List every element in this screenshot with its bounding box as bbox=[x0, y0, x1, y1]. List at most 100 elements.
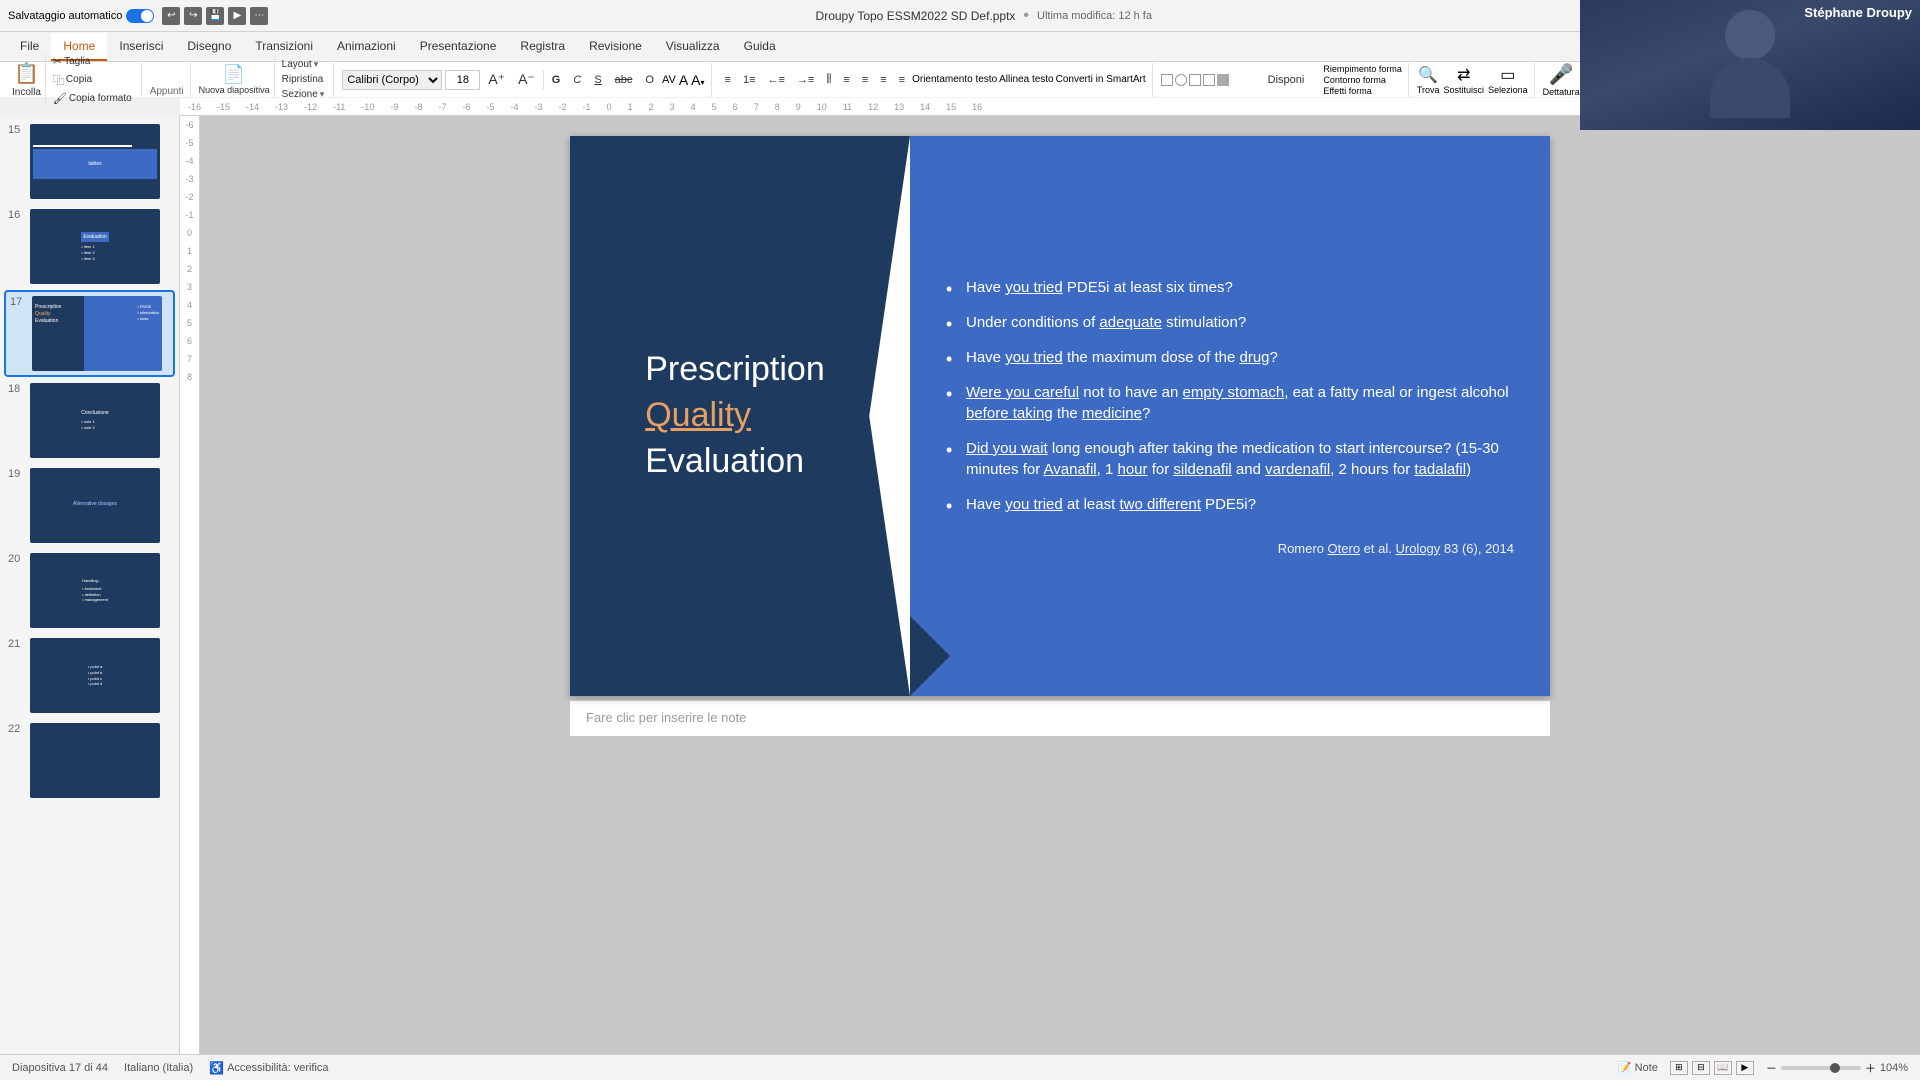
ripristina-btn[interactable]: Ripristina bbox=[279, 73, 328, 86]
accessibility-status[interactable]: ♿ Accessibilità: verifica bbox=[209, 1061, 328, 1075]
shape-2[interactable] bbox=[1175, 74, 1187, 86]
highlight-btn[interactable]: A▾ bbox=[691, 72, 704, 88]
undo-icon[interactable]: ↩ bbox=[162, 7, 180, 25]
canvas-area: Prescription Quality Evaluation Have you… bbox=[200, 116, 1920, 1054]
shape-1[interactable] bbox=[1161, 74, 1173, 86]
copia-formato-btn[interactable]: 🖌Copia formato bbox=[50, 91, 135, 106]
tab-design[interactable]: Disegno bbox=[175, 33, 243, 61]
increase-indent-btn[interactable]: →≡ bbox=[792, 72, 819, 88]
seleziona-btn[interactable]: Seleziona bbox=[1488, 85, 1528, 95]
group-paragrafo: ≡ 1≡ ←≡ →≡ ⫼ ≡ ≡ ≡ ≡ Orientamento testo … bbox=[714, 63, 1153, 97]
slide-preview-22 bbox=[30, 723, 160, 798]
copia-btn[interactable]: ⿻Copia bbox=[50, 71, 135, 89]
slideshow-view-btn[interactable]: ▶ bbox=[1736, 1061, 1754, 1075]
font-family-select[interactable]: Calibri (Corpo) bbox=[342, 70, 442, 90]
tab-presentation[interactable]: Presentazione bbox=[408, 33, 509, 61]
slide-preview-17: PrescriptionQualityEvaluation • PDE5i• s… bbox=[32, 296, 162, 371]
slide-bullets: Have you tried PDE5i at least six times?… bbox=[946, 277, 1514, 529]
tab-help[interactable]: Guida bbox=[732, 33, 788, 61]
shape-3[interactable] bbox=[1189, 74, 1201, 86]
slide-thumb-21[interactable]: 21 • point a• point b• point c• point d bbox=[4, 634, 175, 717]
document-title: Droupy Topo ESSM2022 SD Def.pptx bbox=[816, 9, 1016, 23]
font-increase-btn[interactable]: A⁺ bbox=[483, 69, 510, 90]
justify-btn[interactable]: ≡ bbox=[894, 72, 910, 88]
columns-btn[interactable]: ⫼ bbox=[821, 71, 836, 88]
slide-thumb-19[interactable]: 19 Alternative dosages bbox=[4, 464, 175, 547]
contorno-forma-btn[interactable]: Contorno forma bbox=[1323, 75, 1402, 85]
zoom-in-btn[interactable]: ＋ bbox=[1865, 1060, 1876, 1076]
stili-btn[interactable] bbox=[1311, 78, 1321, 82]
tab-view[interactable]: Visualizza bbox=[654, 33, 732, 61]
reading-view-btn[interactable]: 📖 bbox=[1714, 1061, 1732, 1075]
decrease-indent-btn[interactable]: ←≡ bbox=[763, 72, 790, 88]
slide-preview-21: • point a• point b• point c• point d bbox=[30, 638, 160, 713]
shapes-palette bbox=[1161, 74, 1261, 86]
tab-animations[interactable]: Animazioni bbox=[325, 33, 408, 61]
slide-canvas[interactable]: Prescription Quality Evaluation Have you… bbox=[570, 136, 1550, 696]
slide-thumb-18[interactable]: 18 Conclusione • note 1• note 2 bbox=[4, 379, 175, 462]
underline-btn[interactable]: S bbox=[589, 72, 606, 88]
status-left: Diapositiva 17 di 44 Italiano (Italia) ♿… bbox=[12, 1061, 329, 1075]
autosave-label: Salvataggio automatico bbox=[8, 10, 122, 22]
slide-thumb-16[interactable]: 16 Evaluation • item 1• item 2• item 3 bbox=[4, 205, 175, 288]
incolla-btn[interactable]: 📋 Incolla bbox=[12, 61, 41, 98]
slide-thumb-15[interactable]: 15 tables bbox=[4, 120, 175, 203]
redo-icon[interactable]: ↪ bbox=[184, 7, 202, 25]
slide-thumb-17[interactable]: 17 PrescriptionQualityEvaluation • PDE5i… bbox=[4, 290, 175, 377]
tab-record[interactable]: Registra bbox=[508, 33, 577, 61]
sorter-view-btn[interactable]: ⊟ bbox=[1692, 1061, 1710, 1075]
effetti-forma-btn[interactable]: Effetti forma bbox=[1323, 86, 1402, 96]
char-spacing-btn[interactable]: AV bbox=[662, 74, 676, 86]
font-decrease-btn[interactable]: A⁻ bbox=[513, 69, 540, 90]
slide-thumb-22[interactable]: 22 bbox=[4, 719, 175, 802]
slide-preview-19: Alternative dosages bbox=[30, 468, 160, 543]
strikethrough-btn[interactable]: abc bbox=[610, 72, 638, 88]
font-size-input[interactable] bbox=[445, 70, 480, 90]
group-carattere: Calibri (Corpo) A⁺ A⁻ G C S abc O AV A A… bbox=[336, 63, 711, 97]
disponi-btn[interactable]: Disponi bbox=[1263, 72, 1310, 88]
smartart-btn[interactable]: Converti in SmartArt bbox=[1056, 74, 1146, 85]
align-right-btn[interactable]: ≡ bbox=[875, 72, 891, 88]
view-buttons: ⊞ ⊟ 📖 ▶ bbox=[1670, 1061, 1754, 1075]
italic-btn[interactable]: C bbox=[568, 72, 586, 88]
taglia-btn[interactable]: ✂Taglia bbox=[50, 54, 135, 69]
more-icon[interactable]: ⋯ bbox=[250, 7, 268, 25]
presenter-name: Stéphane Droupy bbox=[1804, 5, 1912, 20]
shape-4[interactable] bbox=[1203, 74, 1215, 86]
align-left-btn[interactable]: ≡ bbox=[838, 72, 854, 88]
dettatura-btn[interactable]: Dettatura bbox=[1543, 87, 1580, 97]
align-text-btn[interactable]: Allinea testo bbox=[999, 74, 1053, 85]
shape-5[interactable] bbox=[1217, 74, 1229, 86]
orientation-btn[interactable]: Orientamento testo bbox=[912, 74, 997, 85]
notes-placeholder: Fare clic per inserire le note bbox=[586, 710, 746, 725]
slide-preview-18: Conclusione • note 1• note 2 bbox=[30, 383, 160, 458]
zoom-control: － ＋ 104% bbox=[1766, 1060, 1908, 1076]
status-right: 📝 Note ⊞ ⊟ 📖 ▶ － ＋ 104% bbox=[1618, 1060, 1908, 1076]
tab-transitions[interactable]: Transizioni bbox=[243, 33, 325, 61]
tab-review[interactable]: Revisione bbox=[577, 33, 654, 61]
bold-btn[interactable]: G bbox=[547, 72, 566, 88]
normal-view-btn[interactable]: ⊞ bbox=[1670, 1061, 1688, 1075]
autosave-toggle[interactable] bbox=[126, 9, 154, 23]
slide-preview-16: Evaluation • item 1• item 2• item 3 bbox=[30, 209, 160, 284]
slide-thumb-20[interactable]: 20 Handling... • treatment• definition• … bbox=[4, 549, 175, 632]
layout-btn[interactable]: Layout▾ bbox=[279, 58, 328, 71]
bullet-4: Were you careful not to have an empty st… bbox=[946, 382, 1514, 424]
zoom-slider[interactable] bbox=[1781, 1066, 1861, 1070]
zoom-out-btn[interactable]: － bbox=[1766, 1060, 1777, 1076]
font-color-btn[interactable]: A bbox=[679, 72, 688, 88]
save-icon[interactable]: 💾 bbox=[206, 7, 224, 25]
present-icon[interactable]: ▶ bbox=[228, 7, 246, 25]
nuova-diapositiva-btn[interactable]: 📄 Nuova diapositiva bbox=[199, 64, 270, 95]
sostituisci-btn[interactable]: Sostituisci bbox=[1444, 85, 1485, 95]
status-bar: Diapositiva 17 di 44 Italiano (Italia) ♿… bbox=[0, 1054, 1920, 1080]
numbering-btn[interactable]: 1≡ bbox=[738, 72, 761, 88]
notes-area[interactable]: Fare clic per inserire le note bbox=[570, 700, 1550, 736]
trova-btn[interactable]: Trova bbox=[1417, 85, 1440, 95]
trova-icon: 🔍 bbox=[1418, 65, 1438, 85]
align-center-btn[interactable]: ≡ bbox=[857, 72, 873, 88]
bullets-btn[interactable]: ≡ bbox=[720, 72, 736, 88]
text-shadow-btn[interactable]: O bbox=[640, 72, 659, 88]
riempimento-forma-btn[interactable]: Riempimento forma bbox=[1323, 64, 1402, 74]
notes-toggle[interactable]: 📝 Note bbox=[1618, 1061, 1658, 1074]
